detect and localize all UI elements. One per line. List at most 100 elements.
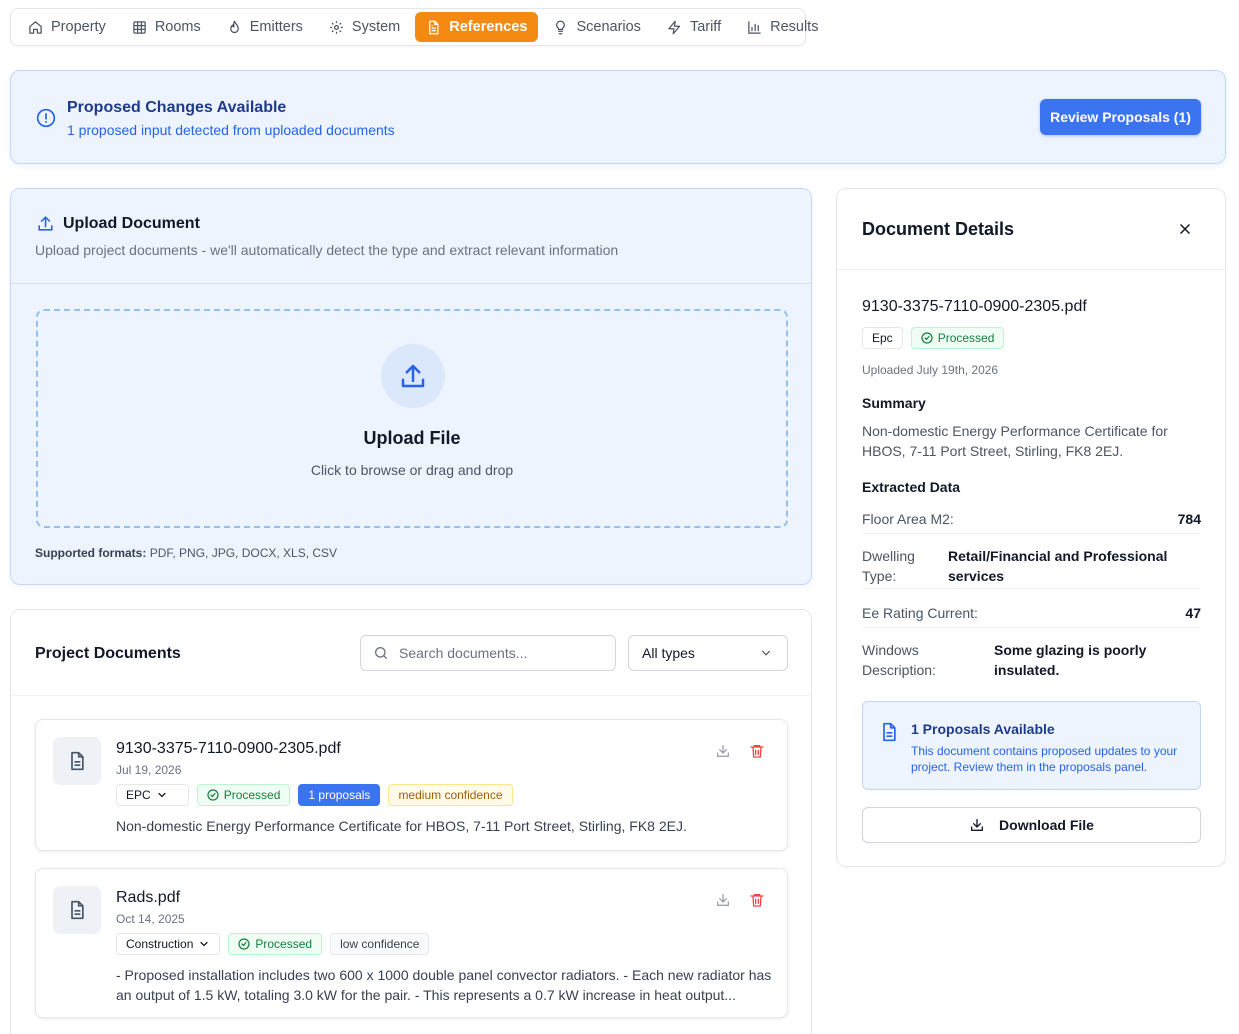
document-icon	[429, 20, 439, 34]
status-label: Processed	[937, 331, 995, 345]
divider	[11, 695, 811, 696]
file-text-icon	[71, 900, 84, 920]
check-circle-icon	[921, 332, 933, 344]
tab-label: Scenarios	[576, 19, 641, 35]
field-key: Floor Area M2:	[862, 511, 954, 527]
document-item[interactable]: 9130-3375-7110-0900-2305.pdf Jul 19, 202…	[35, 719, 788, 851]
summary-heading: Summary	[862, 395, 926, 411]
proposed-changes-banner: Proposed Changes Available 1 proposed in…	[10, 70, 1226, 164]
download-icon[interactable]	[715, 743, 731, 759]
details-file-name: 9130-3375-7110-0900-2305.pdf	[862, 298, 1087, 315]
tab-emitters[interactable]: Emitters	[216, 12, 314, 42]
document-name[interactable]: 9130-3375-7110-0900-2305.pdf	[116, 740, 341, 758]
tab-system[interactable]: System	[318, 12, 411, 42]
proposals-badge[interactable]: 1 proposals	[298, 784, 381, 806]
document-badges: EPC Processed 1 proposals medium confide…	[116, 784, 513, 806]
upload-subtitle: Upload project documents - we'll automat…	[35, 242, 619, 258]
document-description: - Proposed installation includes two 600…	[116, 967, 772, 1003]
zap-icon	[668, 20, 681, 34]
status-badge: Processed	[196, 784, 291, 806]
project-documents-title: Project Documents	[35, 645, 181, 662]
field-value: Some glazing is poorly insulated.	[994, 642, 1147, 678]
tab-label: References	[449, 19, 528, 35]
download-icon	[971, 819, 984, 831]
document-badges: Construction Processed low confidence	[116, 933, 430, 955]
tab-label: System	[351, 19, 401, 35]
summary-text: Non-domestic Energy Performance Certific…	[862, 423, 1168, 459]
upload-icon	[38, 216, 53, 231]
chevron-down-icon	[761, 650, 771, 656]
trash-icon[interactable]	[749, 892, 765, 908]
document-actions	[715, 743, 765, 759]
tab-results[interactable]: Results	[736, 12, 829, 42]
upload-circle	[381, 344, 445, 408]
document-type-value: Construction	[126, 937, 194, 951]
field-key: Dwelling Type:	[862, 548, 915, 584]
type-filter-select[interactable]: All types	[628, 635, 788, 671]
extracted-field-row: Floor Area M2: 784	[862, 509, 1201, 534]
file-icon-box	[53, 886, 101, 934]
tab-label: Rooms	[154, 19, 201, 35]
type-filter-value: All types	[642, 645, 695, 661]
tab-tariff[interactable]: Tariff	[656, 12, 732, 42]
formats-list: PDF, PNG, JPG, DOCX, XLS, CSV	[149, 546, 338, 560]
supported-formats: Supported formats: PDF, PNG, JPG, DOCX, …	[35, 546, 337, 560]
review-proposals-button[interactable]: Review Proposals (1)	[1040, 99, 1201, 135]
details-type-badge: Epc	[862, 327, 903, 349]
document-type-select[interactable]: EPC	[116, 784, 189, 806]
document-details-panel: Document Details 9130-3375-7110-0900-230…	[836, 188, 1226, 867]
tab-property[interactable]: Property	[17, 12, 117, 42]
banner-subtitle: 1 proposed input detected from uploaded …	[67, 122, 395, 138]
trash-icon[interactable]	[749, 743, 765, 759]
divider	[837, 269, 1225, 270]
gear-icon	[330, 20, 343, 34]
download-icon[interactable]	[715, 892, 731, 908]
status-label: Processed	[223, 788, 281, 802]
tab-rooms[interactable]: Rooms	[121, 12, 212, 42]
check-circle-icon	[207, 789, 219, 801]
extracted-field-row: Windows Description: Some glazing is poo…	[862, 640, 1201, 683]
download-file-label: Download File	[999, 817, 1094, 833]
tab-label: Results	[770, 19, 819, 35]
document-name[interactable]: Rads.pdf	[116, 889, 180, 907]
field-value: 47	[1185, 605, 1201, 621]
close-icon[interactable]	[1178, 222, 1192, 236]
chevron-down-icon	[200, 941, 208, 947]
dropzone-subtitle: Click to browse or drag and drop	[310, 462, 514, 478]
extracted-data-heading: Extracted Data	[862, 479, 961, 495]
tab-bar: Property Rooms Emitters System Reference…	[10, 8, 818, 46]
document-date: Oct 14, 2025	[116, 912, 185, 926]
document-icon	[883, 722, 896, 742]
tab-label: Emitters	[249, 19, 303, 35]
bar-chart-icon	[748, 20, 761, 34]
upload-document-card: Upload Document Upload project documents…	[10, 188, 812, 585]
proposals-title: 1 Proposals Available	[911, 721, 1055, 737]
field-key: Ee Rating Current:	[862, 605, 978, 621]
search-input[interactable]: Search documents...	[360, 635, 616, 671]
tab-scenarios[interactable]: Scenarios	[542, 12, 651, 42]
grid-icon	[133, 20, 146, 34]
document-item[interactable]: Rads.pdf Oct 14, 2025 Construction Proce…	[35, 868, 788, 1018]
proposals-available-box: 1 Proposals Available This document cont…	[862, 701, 1201, 790]
field-key: Windows Description:	[862, 642, 936, 678]
file-icon-box	[53, 737, 101, 785]
download-file-button[interactable]: Download File	[862, 807, 1201, 843]
status-badge: Processed	[910, 327, 1005, 349]
field-value: 784	[1177, 511, 1201, 527]
document-type-select[interactable]: Construction	[116, 933, 221, 955]
home-icon	[29, 20, 42, 34]
upload-icon	[401, 364, 425, 388]
details-badges: Epc Processed	[862, 327, 1005, 349]
divider	[11, 283, 811, 284]
field-value: Retail/Financial and Professional servic…	[948, 548, 1168, 584]
file-dropzone[interactable]: Upload File Click to browse or drag and …	[36, 309, 788, 528]
status-label: Processed	[255, 937, 313, 951]
extracted-field-row: Ee Rating Current: 47	[862, 603, 1201, 628]
chevron-down-icon	[158, 792, 166, 798]
tab-label: Tariff	[689, 19, 722, 35]
details-title: Document Details	[862, 219, 1015, 239]
formats-label: Supported formats:	[35, 546, 147, 560]
tab-references[interactable]: References	[415, 12, 539, 42]
dropzone-title: Upload File	[363, 428, 461, 448]
file-text-icon	[71, 751, 84, 771]
